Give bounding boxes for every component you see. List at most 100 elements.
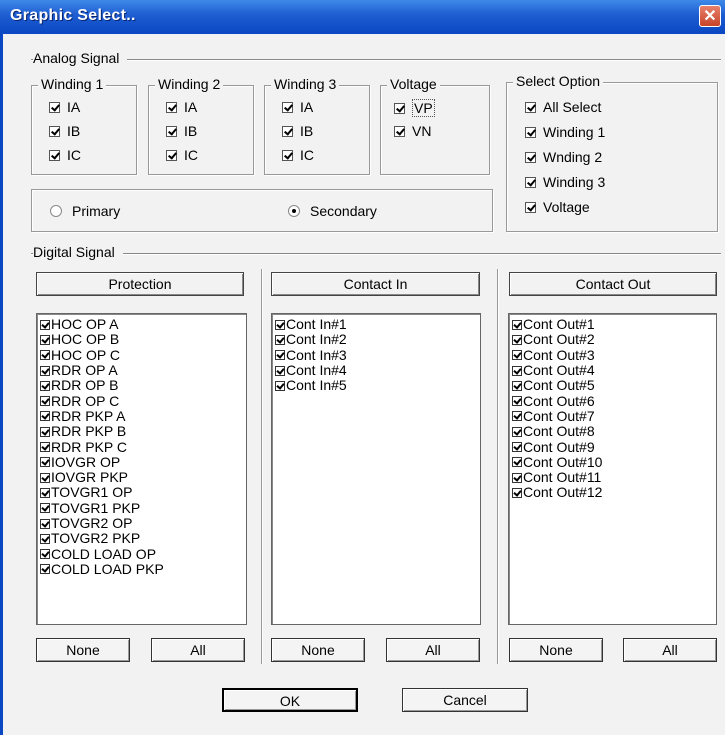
list-item[interactable]: Cont Out#9 <box>509 439 716 454</box>
list-item[interactable]: COLD LOAD OP <box>37 546 246 561</box>
list-item[interactable]: TOVGR2 OP <box>37 516 246 531</box>
winding1-group: Winding 1 IA IB IC <box>31 76 137 175</box>
voltage-vp-checkbox[interactable]: VP <box>394 99 435 117</box>
list-item[interactable]: COLD LOAD PKP <box>37 561 246 577</box>
list-item[interactable]: TOVGR1 OP <box>37 485 246 500</box>
winding3-ic-checkbox[interactable]: IC <box>282 147 314 163</box>
column-separator <box>497 269 499 664</box>
checkbox-checked-icon <box>166 101 177 113</box>
list-item[interactable]: Cont In#3 <box>272 347 480 363</box>
checkbox-checked-icon <box>40 549 50 560</box>
voltage-vn-checkbox[interactable]: VN <box>394 123 431 139</box>
dialog-body: Analog Signal Winding 1 IA IB IC Winding… <box>0 34 725 735</box>
list-item[interactable]: TOVGR2 PKP <box>37 531 246 546</box>
winding2-ib-checkbox[interactable]: IB <box>166 123 197 139</box>
list-item[interactable]: HOC OP A <box>37 317 246 332</box>
checkbox-checked-icon <box>512 487 522 498</box>
list-item[interactable]: Cont In#1 <box>272 317 480 332</box>
list-item[interactable]: HOC OP B <box>37 332 246 347</box>
list-item[interactable]: RDR OP C <box>37 393 246 408</box>
close-button[interactable]: ✕ <box>699 5 721 27</box>
contact-out-all-button[interactable]: All <box>623 638 717 662</box>
checkbox-checked-icon <box>512 334 522 345</box>
checkbox-checked-icon <box>394 102 405 114</box>
list-item[interactable]: RDR PKP A <box>37 408 246 424</box>
checkbox-checked-icon <box>512 472 522 483</box>
list-item[interactable]: IOVGR PKP <box>37 470 246 485</box>
checkbox-checked-icon <box>40 457 50 468</box>
list-item[interactable]: Cont Out#11 <box>509 470 716 485</box>
voltage-label: Voltage <box>387 76 440 92</box>
checkbox-checked-icon <box>512 426 522 437</box>
checkbox-checked-icon <box>40 442 50 453</box>
list-item[interactable]: TOVGR1 PKP <box>37 500 246 516</box>
list-item[interactable]: RDR OP B <box>37 378 246 393</box>
list-item[interactable]: Cont Out#3 <box>509 347 716 363</box>
radio-unselected-icon <box>50 205 62 217</box>
checkbox-checked-icon <box>40 472 50 483</box>
contact-in-none-button[interactable]: None <box>271 638 365 662</box>
checkbox-checked-icon <box>512 319 522 330</box>
winding1-ib-checkbox[interactable]: IB <box>49 123 80 139</box>
list-item[interactable]: IOVGR OP <box>37 454 246 470</box>
winding3-ib-checkbox[interactable]: IB <box>282 123 313 139</box>
secondary-radio[interactable]: Secondary <box>288 203 377 219</box>
list-item[interactable]: Cont Out#12 <box>509 485 716 500</box>
primary-radio[interactable]: Primary <box>50 203 120 219</box>
protection-list[interactable]: HOC OP A HOC OP B HOC OP C RDR OP A RDR … <box>36 313 247 625</box>
checkbox-checked-icon <box>40 503 50 514</box>
checkbox-checked-icon <box>525 126 536 138</box>
list-item[interactable]: Cont In#5 <box>272 378 480 393</box>
contact-out-none-button[interactable]: None <box>509 638 603 662</box>
list-item[interactable]: Cont Out#6 <box>509 393 716 408</box>
winding2-ia-checkbox[interactable]: IA <box>166 99 197 115</box>
contact-out-header: Contact Out <box>509 272 717 296</box>
winding3-ia-checkbox[interactable]: IA <box>282 99 313 115</box>
winding1-ia-checkbox[interactable]: IA <box>49 99 80 115</box>
protection-all-button[interactable]: All <box>151 638 245 662</box>
voltage-group: Voltage VP VN <box>380 76 490 175</box>
checkbox-checked-icon <box>49 125 60 137</box>
winding1-ic-checkbox[interactable]: IC <box>49 147 81 163</box>
checkbox-checked-icon <box>512 442 522 453</box>
list-item[interactable]: Cont In#2 <box>272 332 480 347</box>
list-item[interactable]: RDR PKP C <box>37 439 246 454</box>
select-all-checkbox[interactable]: All Select <box>525 99 601 115</box>
select-winding3-checkbox[interactable]: Winding 3 <box>525 174 605 190</box>
protection-none-button[interactable]: None <box>36 638 130 662</box>
select-option-group: Select Option All Select Winding 1 Wndin… <box>506 73 718 232</box>
checkbox-checked-icon <box>40 426 50 437</box>
list-item[interactable]: Cont Out#10 <box>509 454 716 470</box>
select-winding2-checkbox[interactable]: Wnding 2 <box>525 149 602 165</box>
checkbox-checked-icon <box>40 533 50 544</box>
checkbox-checked-icon <box>40 518 50 529</box>
contact-in-all-button[interactable]: All <box>386 638 480 662</box>
digital-section-label: Digital Signal <box>33 244 123 260</box>
winding2-ic-checkbox[interactable]: IC <box>166 147 198 163</box>
select-winding1-checkbox[interactable]: Winding 1 <box>525 124 605 140</box>
list-item[interactable]: Cont Out#2 <box>509 332 716 347</box>
checkbox-checked-icon <box>512 365 522 376</box>
list-item[interactable]: Cont Out#5 <box>509 378 716 393</box>
window-title: Graphic Select.. <box>10 7 136 24</box>
winding2-group: Winding 2 IA IB IC <box>148 76 254 175</box>
contact-in-list[interactable]: Cont In#1 Cont In#2 Cont In#3 Cont In#4 … <box>271 313 481 625</box>
contact-out-list[interactable]: Cont Out#1 Cont Out#2 Cont Out#3 Cont Ou… <box>508 313 717 625</box>
list-item[interactable]: Cont Out#1 <box>509 317 716 332</box>
checkbox-checked-icon <box>275 380 285 391</box>
checkbox-checked-icon <box>512 411 522 422</box>
checkbox-checked-icon <box>166 125 177 137</box>
list-item[interactable]: Cont Out#7 <box>509 408 716 424</box>
list-item[interactable]: RDR OP A <box>37 363 246 378</box>
checkbox-checked-icon <box>40 396 50 407</box>
list-item[interactable]: Cont Out#8 <box>509 424 716 439</box>
list-item[interactable]: Cont Out#4 <box>509 363 716 378</box>
checkbox-checked-icon <box>282 149 293 161</box>
list-item[interactable]: Cont In#4 <box>272 363 480 378</box>
list-item[interactable]: RDR PKP B <box>37 424 246 439</box>
select-voltage-checkbox[interactable]: Voltage <box>525 199 590 215</box>
checkbox-checked-icon <box>40 365 50 376</box>
cancel-button[interactable]: Cancel <box>402 688 528 712</box>
ok-button[interactable]: OK <box>222 688 358 712</box>
list-item[interactable]: HOC OP C <box>37 347 246 363</box>
